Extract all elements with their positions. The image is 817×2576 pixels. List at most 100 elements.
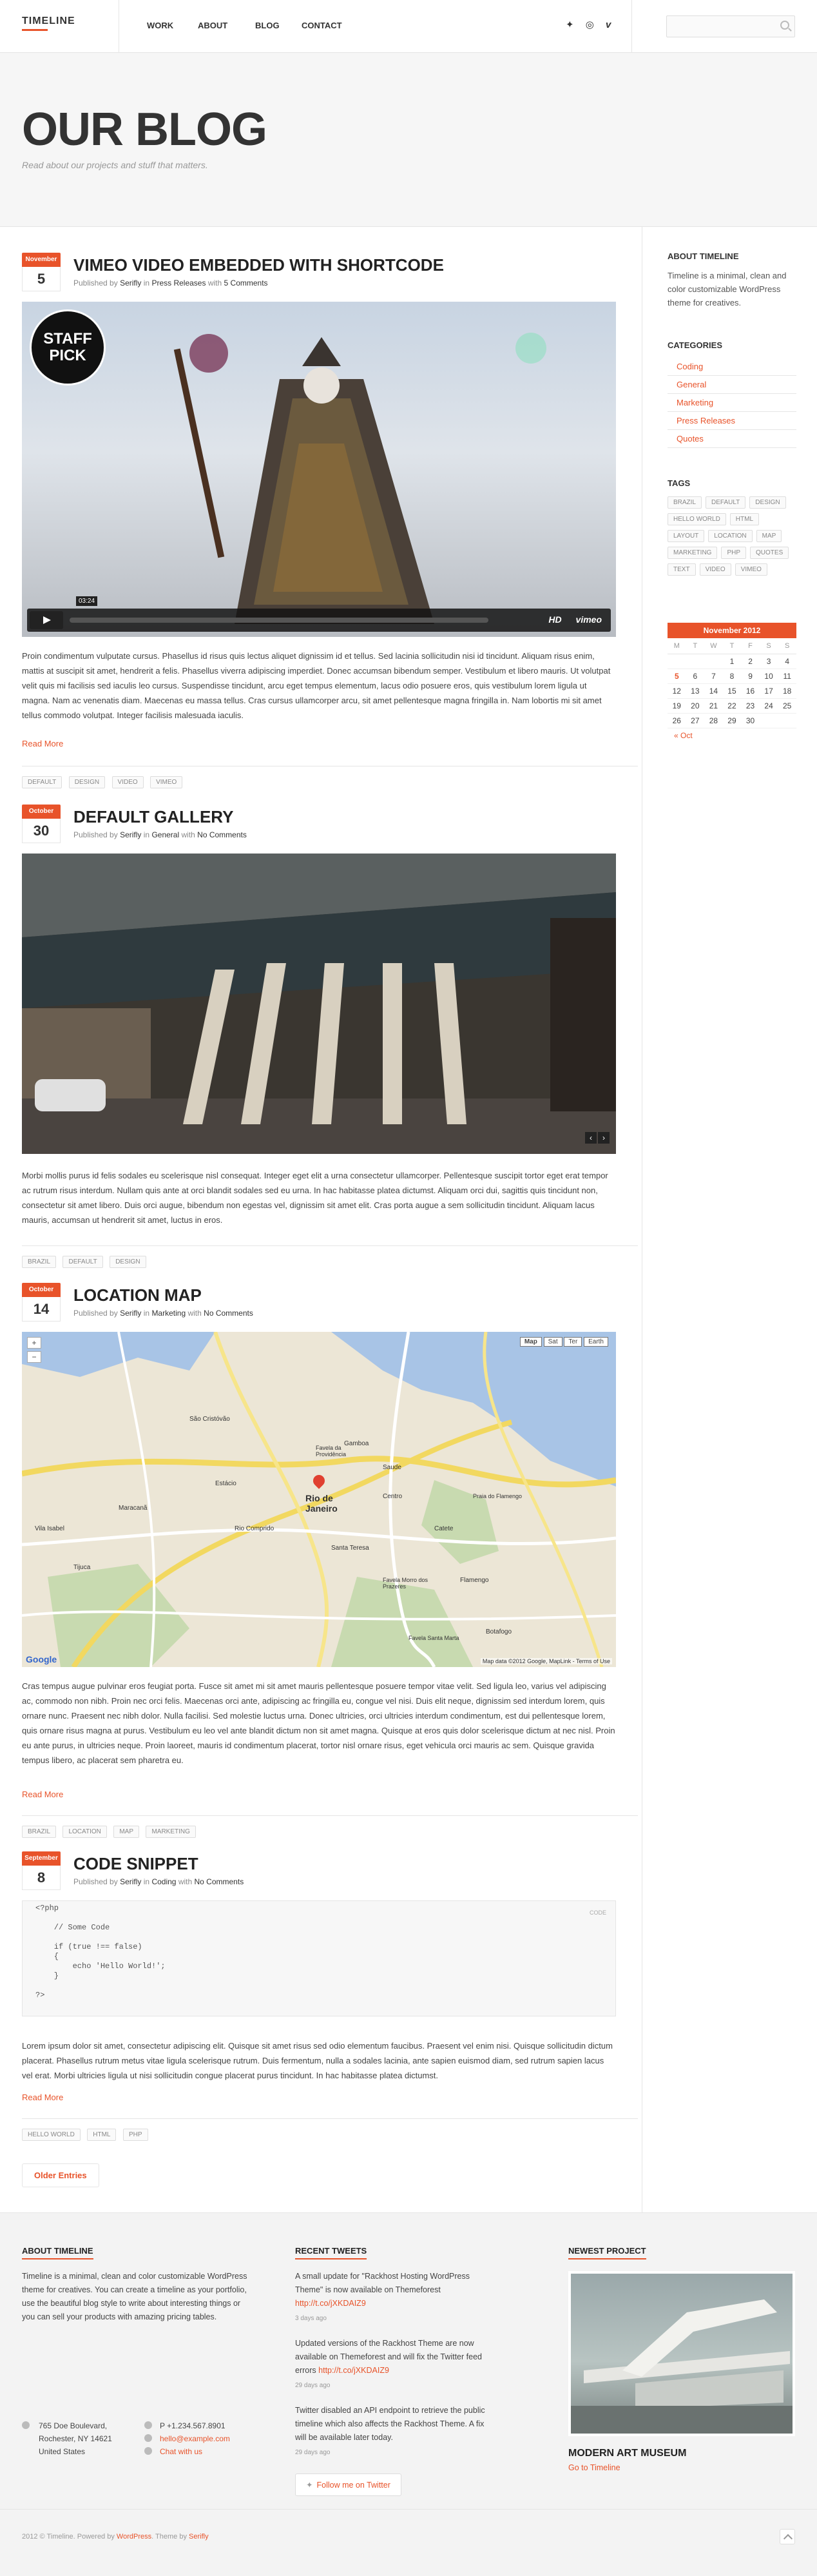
map-label: Favela Santa Marta [408, 1635, 459, 1641]
tag[interactable]: BRAZIL [668, 496, 702, 509]
post-day: 8 [22, 1866, 61, 1890]
category-link[interactable]: Coding [668, 358, 796, 376]
tag[interactable]: DESIGN [110, 1256, 146, 1268]
post-title[interactable]: DEFAULT GALLERY [73, 807, 233, 827]
tweet-link[interactable]: http://t.co/jXKDAIZ9 [318, 2366, 389, 2375]
tweet-link[interactable]: http://t.co/jXKDAIZ9 [295, 2299, 366, 2308]
nav-contact[interactable]: CONTACT [302, 21, 342, 30]
location-map[interactable]: Map Sat Ter Earth + − Rio de Janeiro Gam… [22, 1332, 616, 1667]
post-category-link[interactable]: Coding [151, 1877, 176, 1886]
tag[interactable]: QUOTES [750, 547, 789, 559]
search-input[interactable] [667, 16, 776, 37]
nav-blog[interactable]: BLOG [255, 21, 280, 30]
project-title[interactable]: MODERN ART MUSEUM [568, 2448, 795, 2459]
gallery-slider[interactable]: ‹ › [22, 854, 616, 1154]
read-more-link[interactable]: Read More [22, 739, 63, 748]
calendar-day: 1 [722, 654, 742, 669]
tag[interactable]: DEFAULT [706, 496, 746, 509]
tag[interactable]: HELLO WORLD [668, 513, 726, 525]
tag[interactable]: LOCATION [62, 1826, 107, 1838]
search-icon[interactable] [780, 21, 789, 30]
post-comments-link[interactable]: 5 Comments [224, 278, 268, 288]
post-category-link[interactable]: Press Releases [151, 278, 206, 288]
calendar-prev-link[interactable]: « Oct [668, 731, 796, 740]
tag[interactable]: HTML [729, 513, 760, 525]
nav-about[interactable]: ABOUT [198, 21, 227, 30]
tag[interactable]: VIDEO [699, 563, 731, 576]
play-icon[interactable] [30, 611, 63, 629]
tag[interactable]: MARKETING [146, 1826, 196, 1838]
tag[interactable]: PHP [721, 547, 747, 559]
post-title[interactable]: LOCATION MAP [73, 1285, 202, 1305]
post-category-link[interactable]: Marketing [151, 1309, 186, 1318]
category-link[interactable]: Quotes [668, 430, 796, 448]
site-logo[interactable]: TIMELINE [22, 15, 75, 27]
category-link[interactable]: Press Releases [668, 412, 796, 430]
post-comments-link[interactable]: No Comments [204, 1309, 253, 1318]
post-meta: Published by Serifly in Coding with No C… [73, 1877, 244, 1886]
tag[interactable]: BRAZIL [22, 1826, 57, 1838]
zoom-in-icon[interactable]: + [27, 1337, 41, 1349]
tag[interactable]: DESIGN [68, 776, 106, 788]
post-author-link[interactable]: Serifly [120, 278, 141, 288]
follow-twitter-button[interactable]: ✦ Follow me on Twitter [295, 2474, 401, 2496]
post-author-link[interactable]: Serifly [120, 830, 141, 839]
category-link[interactable]: General [668, 376, 796, 394]
tag[interactable]: DEFAULT [62, 1256, 103, 1268]
vimeo-logo[interactable]: vimeo [576, 614, 602, 625]
calendar-day-link[interactable]: 5 [668, 668, 686, 684]
read-more-link[interactable]: Read More [22, 2093, 63, 2102]
tag[interactable]: PHP [122, 2129, 148, 2141]
tag[interactable]: LOCATION [708, 530, 753, 542]
back-to-top-icon[interactable] [780, 2529, 795, 2544]
tag[interactable]: HTML [87, 2129, 117, 2141]
ter-button[interactable]: Ter [564, 1337, 582, 1347]
tag[interactable]: TEXT [668, 563, 696, 576]
copyright: 2012 © Timeline. Powered by WordPress. T… [22, 2533, 209, 2541]
wordpress-link[interactable]: WordPress [117, 2533, 151, 2541]
post-category-link[interactable]: General [151, 830, 179, 839]
map-button[interactable]: Map [519, 1337, 542, 1347]
footer-about-text: Timeline is a minimal, clean and color c… [22, 2272, 247, 2321]
sat-button[interactable]: Sat [543, 1337, 562, 1347]
chat-link[interactable]: Chat with us [160, 2445, 260, 2458]
hd-button[interactable]: HD [548, 614, 561, 625]
tag[interactable]: LAYOUT [668, 530, 705, 542]
twitter-icon[interactable]: ✦ [566, 19, 574, 30]
tag[interactable]: HELLO WORLD [22, 2129, 81, 2141]
chevron-right-icon[interactable]: › [598, 1132, 610, 1144]
serifly-link[interactable]: Serifly [189, 2533, 209, 2541]
post-title[interactable]: CODE SNIPPET [73, 1854, 198, 1874]
category-link[interactable]: Marketing [668, 394, 796, 412]
tag[interactable]: DEFAULT [22, 776, 62, 788]
nav-work[interactable]: WORK [147, 21, 173, 30]
zoom-out-icon[interactable]: − [27, 1351, 41, 1363]
post-title[interactable]: VIMEO VIDEO EMBEDDED WITH SHORTCODE [73, 255, 444, 275]
tag[interactable]: MARKETING [668, 547, 718, 559]
video-time: 03:24 [76, 596, 98, 606]
earth-button[interactable]: Earth [584, 1337, 608, 1347]
tag[interactable]: VIMEO [735, 563, 767, 576]
project-link[interactable]: Go to Timeline [568, 2463, 795, 2472]
footer-bottom: 2012 © Timeline. Powered by WordPress. T… [0, 2509, 817, 2576]
video-player[interactable]: STAFF PICK 03:24 HD vimeo [22, 302, 616, 637]
tag[interactable]: DESIGN [749, 496, 786, 509]
post-comments-link[interactable]: No Comments [195, 1877, 244, 1886]
older-entries-button[interactable]: Older Entries [22, 2163, 99, 2187]
dribbble-icon[interactable]: ◎ [586, 19, 594, 30]
post-author-link[interactable]: Serifly [120, 1309, 141, 1318]
map-label: Catete [434, 1525, 454, 1532]
tag[interactable]: VIDEO [111, 776, 144, 788]
tag[interactable]: BRAZIL [22, 1256, 57, 1268]
tag[interactable]: MAP [756, 530, 782, 542]
chevron-left-icon[interactable]: ‹ [585, 1132, 597, 1144]
tag[interactable]: VIMEO [150, 776, 183, 788]
post-author-link[interactable]: Serifly [120, 1877, 141, 1886]
read-more-link[interactable]: Read More [22, 1790, 63, 1799]
video-progress[interactable] [70, 618, 488, 623]
tag[interactable]: MAP [113, 1826, 139, 1838]
post-comments-link[interactable]: No Comments [197, 830, 247, 839]
email-link[interactable]: hello@example.com [160, 2432, 260, 2445]
project-image[interactable] [568, 2271, 795, 2436]
vimeo-icon[interactable]: v [606, 19, 611, 30]
